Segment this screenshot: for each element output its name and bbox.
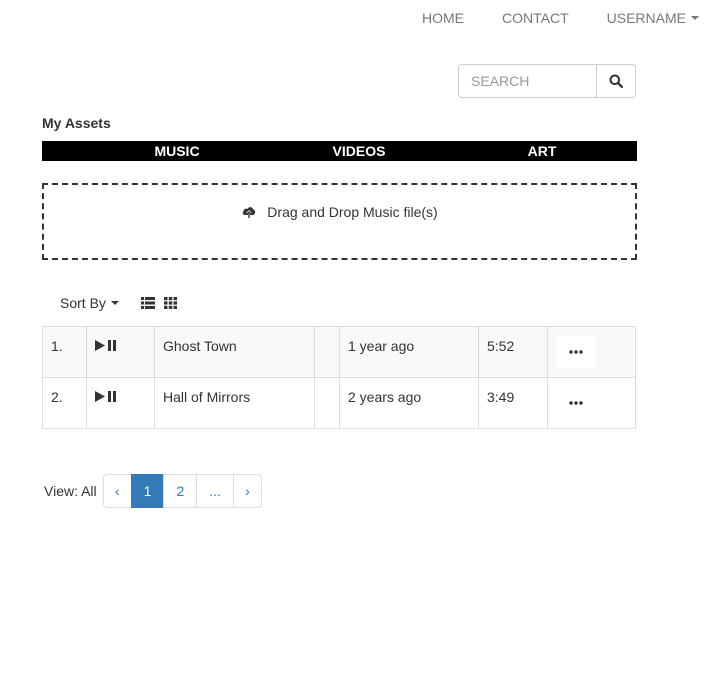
- track-extra: [314, 326, 340, 378]
- tab-videos[interactable]: VIDEOS: [333, 141, 386, 161]
- search-input[interactable]: [458, 64, 597, 98]
- search-button[interactable]: [597, 64, 636, 98]
- track-number: 1.: [42, 326, 87, 378]
- table-row[interactable]: 1. Ghost Town 1 year ago 5:52: [42, 326, 636, 378]
- nav-username-dropdown[interactable]: USERNAME: [607, 10, 699, 26]
- more-options-button[interactable]: [556, 336, 596, 368]
- track-actions-cell: [547, 377, 636, 429]
- next-page-button[interactable]: ›: [232, 474, 262, 508]
- view-all-label[interactable]: View: All: [44, 483, 97, 499]
- search-group: [458, 64, 636, 98]
- caret-down-icon: [110, 301, 119, 305]
- cloud-upload-icon: [242, 207, 256, 218]
- sort-by-label: Sort By: [60, 295, 106, 311]
- play-pause-cell: [86, 377, 155, 429]
- play-pause-cell: [86, 326, 155, 378]
- tracks-table: 1. Ghost Town 1 year ago 5:52 2. Hall of…: [42, 326, 636, 429]
- dropzone-content: Drag and Drop Music file(s): [44, 204, 635, 220]
- track-actions-cell: [547, 326, 636, 378]
- track-duration: 3:49: [478, 377, 548, 429]
- page-ellipsis-button[interactable]: ...: [196, 474, 234, 508]
- track-number: 2.: [42, 377, 87, 429]
- tab-art[interactable]: ART: [528, 141, 557, 161]
- nav-contact-link[interactable]: CONTACT: [502, 10, 569, 26]
- nav-home-link[interactable]: HOME: [422, 10, 464, 26]
- ellipsis-icon: [569, 350, 583, 354]
- pause-icon: [108, 340, 116, 351]
- list-view-icon[interactable]: [140, 297, 155, 309]
- media-tabs: MUSIC VIDEOS ART: [42, 141, 637, 161]
- page-2-button[interactable]: 2: [163, 474, 198, 508]
- track-added: 1 year ago: [339, 326, 479, 378]
- play-icon: [95, 340, 105, 351]
- dropzone-text: Drag and Drop Music file(s): [267, 204, 438, 220]
- top-nav: HOME CONTACT USERNAME: [384, 0, 706, 36]
- track-added: 2 years ago: [339, 377, 479, 429]
- list-toolbar: Sort By: [60, 295, 177, 311]
- track-duration: 5:52: [478, 326, 548, 378]
- play-pause-button[interactable]: [95, 391, 146, 402]
- track-extra: [314, 377, 340, 429]
- play-icon: [95, 391, 105, 402]
- ellipsis-icon: [569, 401, 583, 405]
- more-options-button[interactable]: [556, 387, 596, 419]
- sort-by-dropdown[interactable]: Sort By: [60, 295, 119, 311]
- prev-page-button[interactable]: ‹: [102, 474, 132, 508]
- pagination-row: View: All ‹ 1 2 ... ›: [44, 474, 262, 508]
- file-dropzone[interactable]: Drag and Drop Music file(s): [42, 183, 637, 260]
- pagination: ‹ 1 2 ... ›: [102, 474, 262, 508]
- username-label: USERNAME: [606, 10, 686, 26]
- search-icon: [609, 74, 623, 88]
- table-row[interactable]: 2. Hall of Mirrors 2 years ago 3:49: [42, 377, 636, 429]
- page-title: My Assets: [42, 115, 111, 131]
- tab-music[interactable]: MUSIC: [154, 141, 199, 161]
- grid-view-icon[interactable]: [163, 297, 177, 309]
- pause-icon: [108, 391, 116, 402]
- track-title: Hall of Mirrors: [154, 377, 315, 429]
- track-title: Ghost Town: [154, 326, 315, 378]
- play-pause-button[interactable]: [95, 340, 146, 351]
- caret-down-icon: [691, 16, 699, 20]
- page-1-button[interactable]: 1: [130, 474, 165, 508]
